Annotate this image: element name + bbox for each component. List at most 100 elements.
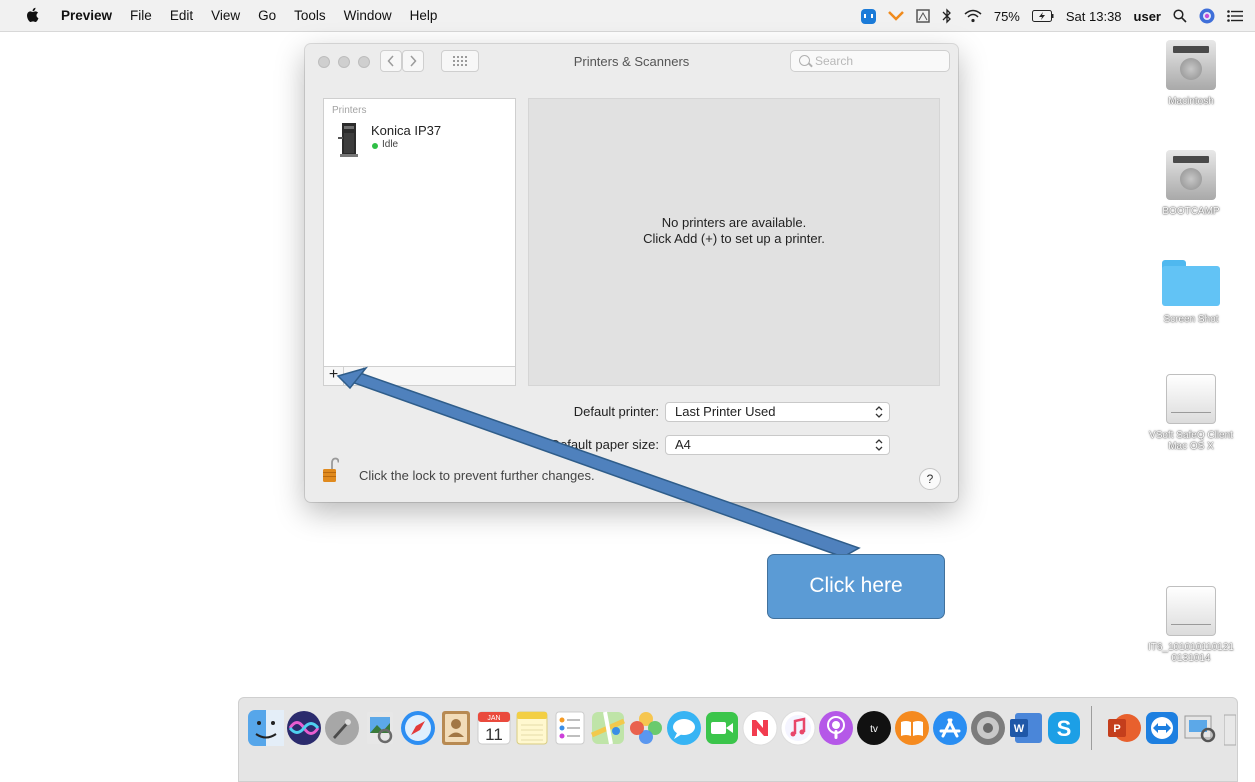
notes-icon[interactable]: [513, 709, 551, 747]
menu-tools[interactable]: Tools: [285, 8, 335, 23]
menu-preview[interactable]: Preview: [52, 8, 121, 23]
desktop-icon-vsoft-safeq[interactable]: VSoft SafeQ Client Mac OS X: [1141, 374, 1241, 452]
lock-message: Click the lock to prevent further change…: [359, 468, 595, 483]
system-preferences-icon[interactable]: [969, 709, 1007, 747]
calendar-day: 11: [485, 725, 503, 744]
books-icon[interactable]: [893, 709, 931, 747]
skype-icon[interactable]: S: [1045, 709, 1083, 747]
printer-icon: [338, 123, 358, 157]
menu-window[interactable]: Window: [335, 8, 401, 23]
dock: JAN 11 tv W S P: [238, 697, 1238, 782]
launchpad-icon[interactable]: [323, 709, 361, 747]
idle-status-dot: [372, 143, 378, 149]
empty-message-line1: No printers are available.: [661, 215, 807, 230]
desktop-label: Screen Shot: [1163, 314, 1219, 325]
tv-label: tv: [870, 724, 878, 735]
spotlight-search-icon[interactable]: [1173, 9, 1187, 23]
menu-file[interactable]: File: [121, 8, 161, 23]
messages-icon[interactable]: [665, 709, 703, 747]
desktop-label: VSoft SafeQ Client Mac OS X: [1149, 430, 1233, 452]
trash-icon[interactable]: [1224, 709, 1236, 747]
reminders-icon[interactable]: [551, 709, 589, 747]
chevron-updown-icon: [875, 439, 883, 451]
default-printer-select[interactable]: Last Printer Used: [665, 402, 890, 422]
lock-icon[interactable]: [323, 457, 339, 483]
desktop-label: BOOTCAMP: [1162, 206, 1220, 217]
desktop-icon-bootcamp[interactable]: BOOTCAMP: [1141, 150, 1241, 217]
desktop-label: IT6_101010110121 0131014: [1147, 642, 1234, 664]
printer-status: Idle: [382, 139, 399, 150]
facetime-icon[interactable]: [703, 709, 741, 747]
wifi-icon[interactable]: [964, 9, 982, 23]
printer-name: Konica IP37: [371, 123, 442, 138]
battery-icon[interactable]: [1031, 10, 1054, 22]
paper-size-select[interactable]: A4: [665, 435, 890, 455]
notification-center-icon[interactable]: [1227, 10, 1243, 22]
safari-icon[interactable]: [399, 709, 437, 747]
printers-scanners-window: Printers & Scanners Search Printers Koni…: [305, 44, 958, 502]
calendar-month: JAN: [487, 715, 500, 722]
calendar-icon[interactable]: JAN 11: [475, 709, 513, 747]
search-placeholder: Search: [815, 54, 854, 68]
desktop-icon-screen-shot[interactable]: Screen Shot: [1141, 260, 1241, 325]
news-icon[interactable]: [741, 709, 779, 747]
word-icon[interactable]: W: [1007, 709, 1045, 747]
preview-docs-icon[interactable]: [1181, 709, 1219, 747]
podcasts-icon[interactable]: [817, 709, 855, 747]
user-menu[interactable]: user: [1134, 9, 1161, 24]
hard-drive-icon: [1166, 150, 1216, 200]
status-area: 75% Sat 13:38 user: [860, 0, 1255, 32]
search-icon: [799, 55, 810, 66]
preview-icon[interactable]: [361, 709, 399, 747]
hard-drive-icon: [1166, 40, 1216, 90]
apple-icon[interactable]: [26, 7, 39, 23]
printer-list-item[interactable]: Konica IP37 Idle: [336, 121, 506, 161]
search-field[interactable]: Search: [790, 50, 950, 72]
app-store-icon[interactable]: [931, 709, 969, 747]
external-drive-icon: [1166, 374, 1216, 424]
teamviewer-status-icon[interactable]: [860, 8, 876, 24]
siri-icon[interactable]: [285, 709, 323, 747]
contacts-icon[interactable]: [437, 709, 475, 747]
empty-message: No printers are available. Click Add (+)…: [529, 215, 939, 247]
remove-printer-button[interactable]: −: [344, 366, 364, 386]
siri-menu-icon[interactable]: [1199, 8, 1215, 24]
list-header: Printers: [332, 105, 367, 116]
paper-size-label: Default paper size:: [550, 437, 659, 452]
desktop-icon-it6[interactable]: IT6_101010110121 0131014: [1141, 586, 1241, 664]
menu-view[interactable]: View: [202, 8, 249, 23]
menu-help[interactable]: Help: [401, 8, 447, 23]
paper-size-value: A4: [675, 437, 691, 452]
menu-edit[interactable]: Edit: [161, 8, 202, 23]
music-icon[interactable]: [779, 709, 817, 747]
battery-percent[interactable]: 75%: [994, 9, 1020, 24]
drive-status-icon[interactable]: [916, 9, 930, 23]
help-button[interactable]: ?: [919, 468, 941, 490]
menu-bar: Preview File Edit View Go Tools Window H…: [0, 0, 1255, 32]
finder-icon[interactable]: [247, 709, 285, 747]
dock-separator: [1091, 706, 1092, 750]
folder-icon: [1162, 260, 1220, 306]
photos-icon[interactable]: [627, 709, 665, 747]
chevron-updown-icon: [875, 406, 883, 418]
desktop-icon-macintosh[interactable]: Macintosh: [1141, 40, 1241, 107]
svg-text:P: P: [1113, 723, 1120, 735]
tick-status-icon[interactable]: [887, 10, 904, 22]
powerpoint-icon[interactable]: P: [1105, 709, 1143, 747]
tv-icon[interactable]: tv: [855, 709, 893, 747]
click-here-callout: Click here: [767, 554, 945, 619]
default-printer-label: Default printer:: [573, 404, 659, 419]
clock[interactable]: Sat 13:38: [1066, 9, 1122, 24]
bluetooth-icon[interactable]: [942, 8, 952, 24]
external-drive-icon: [1166, 586, 1216, 636]
teamviewer-icon[interactable]: [1143, 709, 1181, 747]
empty-message-line2: Click Add (+) to set up a printer.: [643, 231, 825, 246]
add-printer-button[interactable]: +: [324, 366, 344, 386]
printer-detail-pane: No printers are available. Click Add (+)…: [528, 98, 940, 386]
menu-go[interactable]: Go: [249, 8, 285, 23]
svg-text:W: W: [1014, 723, 1025, 735]
title-bar: Printers & Scanners Search: [305, 44, 958, 78]
desktop-label: Macintosh: [1168, 96, 1214, 107]
maps-icon[interactable]: [589, 709, 627, 747]
default-printer-value: Last Printer Used: [675, 404, 776, 419]
